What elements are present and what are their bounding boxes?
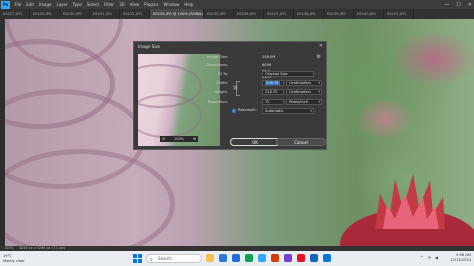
menu-layer[interactable]: Layer [54,0,70,9]
taskbar-app-icon[interactable] [297,254,305,262]
menu-select[interactable]: Select [84,0,101,9]
resolution-unit-select[interactable]: Pixels/Inch [286,99,322,105]
drapery-fold [138,94,202,138]
taskbar-app-icon[interactable] [271,254,279,262]
window-controls: — ☐ ✕ [444,0,472,9]
preview-zoom-bar: ⊖ 100% ⊕ [160,136,198,142]
menu-plugins[interactable]: Plugins [142,0,161,9]
doc-tab[interactable]: KS232.JPG [120,9,150,19]
drapery-fold [5,149,175,246]
height-label: Height: [214,90,228,94]
width-field[interactable]: 216.75 [262,80,284,86]
wifi-icon[interactable]: ◔ [427,255,431,260]
document-size: 4246 px x 4246 px (72 ppi) [18,246,66,250]
pomegranate-image [340,174,474,246]
taskbar-app-icon[interactable] [219,254,227,262]
width-value: 216.75 [265,81,280,85]
gear-icon[interactable]: ⚙ [317,54,321,60]
menu-type[interactable]: Type [70,0,84,9]
document-tabs: KS227.JPG KS229.JPG KS230.JPG KS231.JPG … [0,9,474,19]
taskbar-app-icon[interactable] [245,254,253,262]
taskbar-app-icon[interactable] [310,254,318,262]
photoshop-logo-icon[interactable]: Ps [1,0,10,9]
doc-tab[interactable]: KS239.JPG [324,9,354,19]
resample-select[interactable]: Automatic [262,108,314,114]
pinned-apps [206,254,331,262]
doc-tab-active[interactable]: KS234.JPG @ 100% (RGB/8) [150,9,204,19]
taskbar-app-icon[interactable] [206,254,214,262]
doc-tab[interactable]: KS238.JPG [294,9,324,19]
resample-label: Resample: [238,108,257,112]
search-icon: ⌕ [150,257,153,263]
menu-edit[interactable]: Edit [24,0,37,9]
doc-tab[interactable]: KS230.JPG [60,9,90,19]
doc-tab[interactable]: KS229.JPG [30,9,60,19]
height-unit-select[interactable]: Centimeters [286,89,322,95]
image-size-value: 108.0M [262,55,276,59]
dialog-title: Image Size [138,44,161,49]
volume-icon[interactable]: ◀ [435,255,438,260]
zoom-in-icon[interactable]: ⊕ [192,136,197,142]
weather-widget[interactable]: 19°C Mostly clear [3,254,25,263]
dialog-close-icon[interactable]: × [319,43,323,49]
zoom-out-icon[interactable]: ⊖ [161,136,166,142]
width-unit-select[interactable]: Centimeters [286,80,322,86]
resolution-label: Resolution: [208,100,228,104]
taskbar-app-icon[interactable] [232,254,240,262]
clock[interactable]: 9:56 AM 12/13/2024 [450,253,471,263]
menu-window[interactable]: Window [161,0,182,9]
maximize-icon[interactable]: ☐ [456,2,460,8]
menu-filter[interactable]: Filter [102,0,117,9]
fit-to-label: Fit To: [217,72,228,76]
menu-help[interactable]: Help [182,0,196,9]
system-tray-icons: ^ ◔ ◀ [420,255,438,260]
menu-image[interactable]: Image [36,0,54,9]
doc-tab[interactable]: KS236.JPG [234,9,264,19]
image-size-label: Image Size: [207,55,228,59]
menu-3d[interactable]: 3D [117,0,128,9]
resolution-field[interactable]: 72 [262,99,284,105]
windows-start-icon[interactable] [133,254,142,263]
taskbar-app-icon[interactable] [258,254,266,262]
clock-date: 12/13/2024 [450,258,471,262]
doc-tab[interactable]: KS241.JPG [384,9,414,19]
link-icon[interactable]: ⛓ [233,85,238,90]
chevron-up-icon[interactable]: ^ [420,255,423,260]
menu-bar: Ps File Edit Image Layer Type Select Fil… [0,0,474,9]
resample-checkbox[interactable]: ✓ [232,109,236,113]
doc-tab[interactable]: KS227.JPG [0,9,30,19]
dimensions-label: Dimensions: [205,63,228,67]
preview-zoom-value: 100% [173,137,184,141]
fit-to-select[interactable]: Original Size [262,71,314,77]
doc-tab[interactable]: KS235.JPG [204,9,234,19]
doc-tab[interactable]: KS240.JPG [354,9,384,19]
minimize-icon[interactable]: — [444,2,449,8]
taskbar: 19°C Mostly clear ⌕ Search ^ ◔ ◀ 9:56 AM… [0,251,474,266]
zoom-level: 100% [4,246,14,250]
image-size-dialog: Image Size × ⊖ 100% ⊕ ⚙ Image Size: 108.… [133,41,327,150]
doc-tab[interactable]: KS231.JPG [90,9,120,19]
cancel-button[interactable]: Cancel [276,138,326,146]
search-placeholder: Search [158,256,172,261]
weather-desc: Mostly clear [3,258,25,263]
menu-file[interactable]: File [12,0,24,9]
taskbar-app-icon[interactable] [284,254,292,262]
ok-button[interactable]: OK [230,138,280,146]
height-field[interactable]: 216.75 [262,89,284,95]
doc-tab[interactable]: KS237.JPG [264,9,294,19]
close-icon[interactable]: ✕ [468,2,472,8]
menu-view[interactable]: View [127,0,142,9]
taskbar-app-icon[interactable] [323,254,331,262]
taskbar-search[interactable]: ⌕ Search [146,254,202,263]
width-label: Width: [216,81,228,85]
